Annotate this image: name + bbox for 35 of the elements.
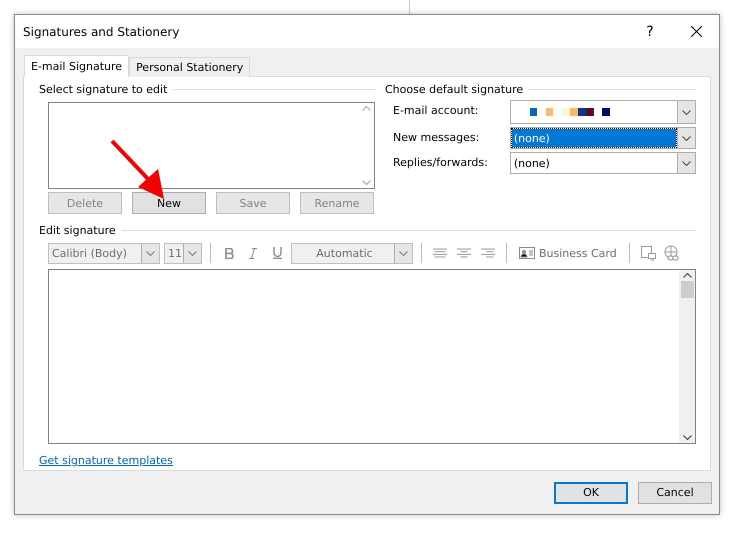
chevron-down-icon (399, 250, 408, 256)
chevron-down-icon (188, 250, 197, 256)
contact-card-icon (519, 247, 535, 259)
window-title: Signatures and Stationery (23, 24, 180, 38)
field-label: Replies/forwards: (393, 155, 489, 169)
signature-dropdown[interactable]: (none) (510, 127, 696, 149)
section-heading: Select signature to edit (39, 83, 168, 96)
field-label: E-mail account: (393, 103, 480, 117)
chevron-down-icon (682, 110, 691, 114)
scroll-thumb[interactable] (680, 281, 694, 298)
templates-link[interactable]: Get signature templates (39, 454, 173, 467)
field-label: New messages: (393, 130, 480, 144)
section-heading: Edit signature (39, 224, 116, 237)
signature-dropdown[interactable]: (none) (510, 152, 696, 174)
close-icon (690, 26, 702, 37)
dropdown-value: (none) (514, 156, 550, 170)
business-card-button[interactable]: Business Card (515, 246, 621, 260)
ok-button[interactable]: OK (554, 482, 628, 504)
font-size-dropdown[interactable]: 11 (164, 242, 202, 264)
dropdown-value: (none) (514, 132, 550, 144)
scroll-up-icon[interactable] (682, 273, 692, 278)
color-dropdown[interactable]: Automatic (291, 242, 413, 264)
section-heading: Choose default signature (385, 83, 524, 96)
font-dropdown[interactable]: Calibri (Body) (48, 242, 160, 264)
signature-dropdown[interactable] (510, 100, 696, 124)
cancel-button[interactable]: Cancel (638, 482, 712, 504)
tab[interactable]: Personal Stationery (129, 57, 250, 77)
scrollbar[interactable] (679, 270, 695, 443)
help-button[interactable]: ? (627, 24, 673, 40)
chevron-down-icon (146, 250, 155, 256)
chevron-down-icon (682, 136, 691, 140)
tab[interactable]: E-mail Signature (24, 55, 130, 77)
scroll-down-icon[interactable] (682, 435, 692, 440)
chevron-down-icon (682, 160, 691, 166)
new-button[interactable]: New (132, 192, 206, 214)
